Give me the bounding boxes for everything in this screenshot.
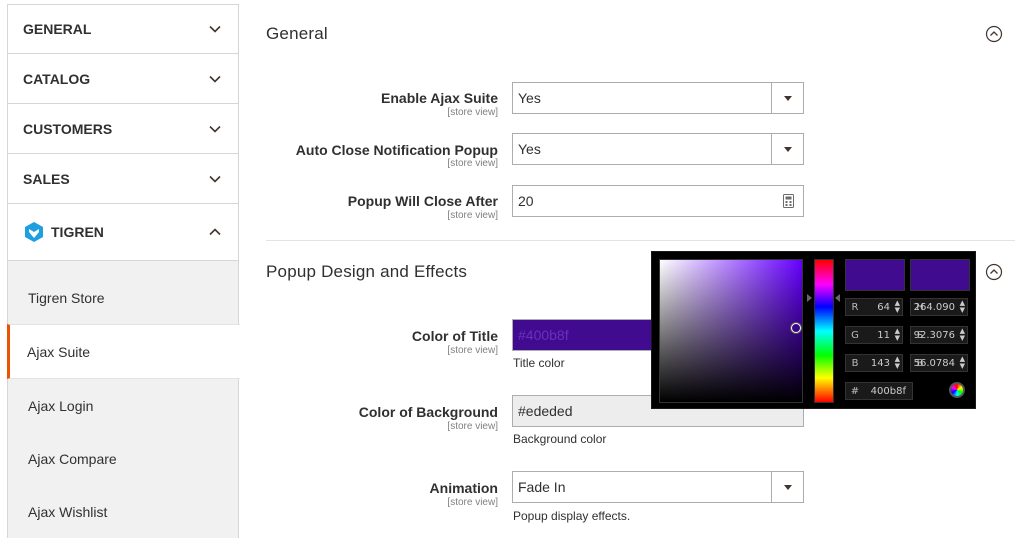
scope-label: [store view]	[447, 345, 498, 356]
chevron-down-icon	[209, 75, 221, 83]
sidebar-item-ajax-compare[interactable]: Ajax Compare	[8, 432, 238, 485]
select-value: Yes	[518, 141, 541, 157]
collapse-icon[interactable]	[985, 25, 1003, 43]
sidebar-item-label: Ajax Wishlist	[28, 503, 108, 520]
section-divider	[266, 240, 1015, 241]
new-color-swatch	[845, 259, 905, 291]
auto-close-select[interactable]: Yes	[512, 133, 804, 165]
collapse-icon[interactable]	[985, 263, 1003, 281]
section-title-popup-design[interactable]: Popup Design and Effects	[266, 262, 467, 282]
sidebar-item-ajax-suite[interactable]: Ajax Suite	[7, 324, 240, 379]
scope-label: [store view]	[447, 497, 498, 508]
select-value: Yes	[518, 90, 541, 106]
field-note: Popup display effects.	[513, 509, 631, 523]
scope-label: [store view]	[447, 107, 498, 118]
field-value: 56.0784	[913, 357, 955, 369]
input-value: #400b8f	[518, 327, 569, 343]
field-label-bg-color: Color of Background	[358, 404, 498, 420]
field-note: Background color	[513, 432, 607, 446]
sidebar-section-label: TIGREN	[51, 224, 104, 240]
field-note: Title color	[513, 356, 565, 370]
spinner-icon[interactable]: ▲ ▼	[960, 300, 965, 314]
field-label-auto-close: Auto Close Notification Popup	[295, 142, 498, 158]
chevron-up-icon	[209, 228, 221, 236]
sidebar-item-tigren-store[interactable]: Tigren Store	[8, 271, 238, 324]
caret-down-icon	[783, 484, 792, 490]
dropdown-button[interactable]	[771, 134, 803, 164]
sidebar-section-label: GENERAL	[23, 21, 92, 37]
color-picker[interactable]: R 64 ▲ ▼ H 264.090 ▲ ▼ G 11 ▲ ▼ S 92.3076 ▲…	[651, 251, 976, 409]
saturation-value-area[interactable]	[659, 259, 803, 403]
green-field[interactable]: G 11 ▲ ▼	[845, 326, 903, 344]
select-value: Fade In	[518, 479, 566, 495]
animation-select[interactable]: Fade In	[512, 471, 804, 503]
field-value: 264.090	[913, 301, 955, 313]
input-value: 20	[518, 193, 534, 209]
field-label-close-after: Popup Will Close After	[347, 193, 498, 209]
sidebar-item-label: Tigren Store	[28, 289, 105, 306]
sidebar-section-label: SALES	[23, 170, 70, 187]
spinner-icon[interactable]: ▲ ▼	[895, 328, 900, 342]
field-label-enable-ajax: Enable Ajax Suite	[381, 90, 498, 106]
field-label: G	[851, 329, 859, 341]
tigren-submenu: Tigren Store Ajax Suite Ajax Login Ajax …	[7, 261, 240, 538]
spinner-icon[interactable]: ▲ ▼	[960, 328, 965, 342]
field-label-animation: Animation	[429, 480, 498, 496]
sidebar-item-ajax-login[interactable]: Ajax Login	[8, 379, 238, 432]
hue-arrow-left-icon	[807, 294, 812, 302]
brightness-field[interactable]: B 56.0784 ▲ ▼	[910, 354, 968, 372]
field-label: #	[850, 385, 860, 397]
field-label: B	[851, 357, 859, 369]
sidebar-section-general[interactable]: GENERAL	[7, 4, 239, 54]
caret-down-icon	[783, 146, 792, 152]
field-value: 143	[870, 357, 890, 369]
config-page: GENERAL CATALOG CUSTOMERS SALES TIGREN T…	[0, 0, 1024, 546]
spinner-icon[interactable]: ▲ ▼	[895, 300, 900, 314]
sidebar-section-customers[interactable]: CUSTOMERS	[7, 104, 239, 154]
saturation-field[interactable]: S 92.3076 ▲ ▼	[910, 326, 968, 344]
field-value: 92.3076	[913, 329, 955, 341]
dropdown-button[interactable]	[771, 83, 803, 113]
color-cursor[interactable]	[791, 323, 801, 333]
tigren-logo-icon	[25, 222, 43, 242]
scope-label: [store view]	[447, 421, 498, 432]
field-label: R	[851, 301, 859, 313]
field-value: 11	[877, 329, 890, 341]
section-title-general[interactable]: General	[266, 24, 328, 44]
blue-field[interactable]: B 143 ▲ ▼	[845, 354, 903, 372]
sidebar-section-sales[interactable]: SALES	[7, 154, 239, 204]
input-value: #ededed	[518, 403, 573, 419]
caret-down-icon	[783, 95, 792, 101]
color-wheel-icon[interactable]	[949, 382, 965, 398]
hue-slider[interactable]	[814, 259, 834, 403]
hue-field[interactable]: H 264.090 ▲ ▼	[910, 298, 968, 316]
sidebar-section-label: CUSTOMERS	[23, 120, 113, 137]
sidebar-item-label: Ajax Login	[28, 397, 94, 414]
current-color-swatch[interactable]	[910, 259, 970, 291]
hex-field[interactable]: # 400b8f	[845, 382, 913, 400]
scope-label: [store view]	[447, 158, 498, 169]
sidebar-section-catalog[interactable]: CATALOG	[7, 54, 239, 104]
chevron-down-icon	[209, 175, 221, 183]
spinner-icon[interactable]: ▲ ▼	[895, 356, 900, 370]
enable-ajax-select[interactable]: Yes	[512, 82, 804, 114]
dropdown-button[interactable]	[771, 472, 803, 502]
sidebar-item-label: Ajax Compare	[28, 450, 117, 467]
chevron-down-icon	[209, 25, 221, 33]
chevron-down-icon	[209, 125, 221, 133]
red-field[interactable]: R 64 ▲ ▼	[845, 298, 903, 316]
scope-label: [store view]	[447, 210, 498, 221]
field-label-title-color: Color of Title	[411, 328, 498, 344]
sidebar-item-label: Ajax Suite	[27, 343, 91, 360]
config-sidebar: GENERAL CATALOG CUSTOMERS SALES TIGREN T…	[7, 4, 240, 538]
sidebar-section-label: CATALOG	[23, 70, 91, 87]
spinner-icon[interactable]: ▲ ▼	[960, 356, 965, 370]
sidebar-item-ajax-wishlist[interactable]: Ajax Wishlist	[8, 485, 238, 538]
calculator-icon	[783, 194, 794, 208]
field-value: 400b8f	[870, 385, 906, 397]
hue-arrow-right-icon	[835, 294, 840, 302]
sidebar-section-tigren[interactable]: TIGREN	[7, 204, 239, 261]
field-value: 64	[877, 301, 890, 313]
close-after-input[interactable]: 20	[512, 185, 804, 217]
